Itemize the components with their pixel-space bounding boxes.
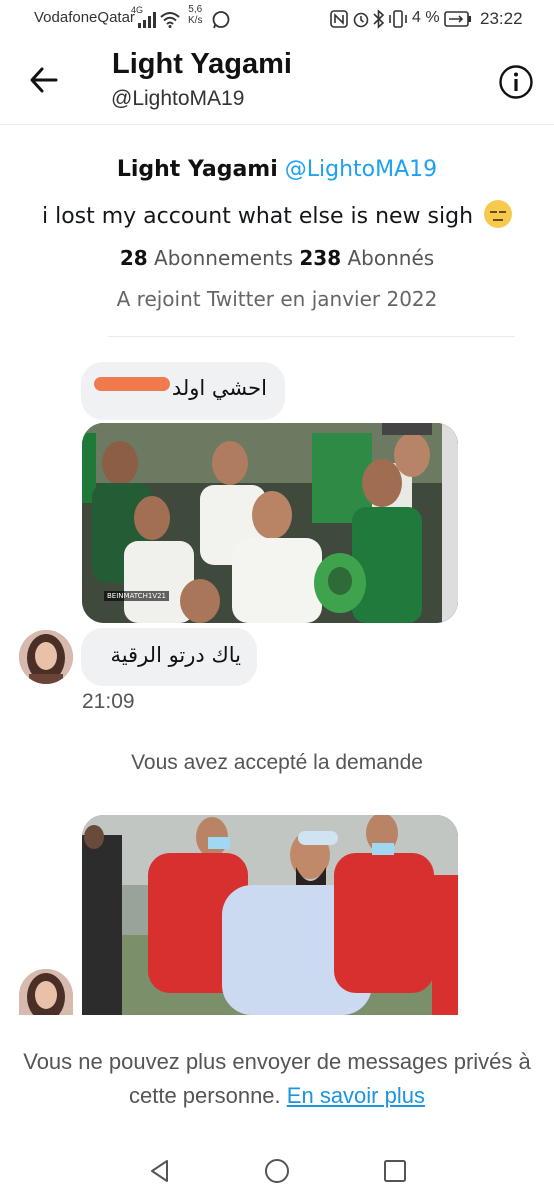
profile-divider bbox=[108, 336, 515, 337]
system-message: Vous avez accepté la demande bbox=[131, 751, 423, 774]
avatar[interactable] bbox=[19, 969, 73, 1015]
message-text: احشي اولد bbox=[171, 376, 267, 400]
info-icon[interactable] bbox=[498, 64, 534, 100]
back-nav-icon[interactable] bbox=[145, 1156, 175, 1186]
joined-date: A rejoint Twitter en janvier 2022 bbox=[116, 287, 438, 311]
battery-percent: 4 % bbox=[412, 9, 440, 26]
header-divider bbox=[0, 124, 554, 125]
sad-face-emoji-icon bbox=[484, 200, 513, 228]
message-bubble[interactable]: احشي اولد bbox=[81, 362, 285, 420]
bluetooth-icon bbox=[373, 9, 385, 29]
wifi-icon bbox=[160, 12, 180, 28]
profile-name[interactable]: Light Yagami bbox=[117, 157, 278, 182]
message-timestamp: 21:09 bbox=[82, 690, 135, 713]
message-text: ياك درتو الرقية bbox=[110, 643, 241, 667]
signal-icon bbox=[138, 12, 156, 28]
dm-disabled-notice: Vous ne pouvez plus envoyer de messages … bbox=[0, 1045, 554, 1113]
message-image[interactable] bbox=[82, 815, 458, 1015]
profile-name-line[interactable]: Light Yagami @LightoMA19 bbox=[0, 157, 554, 182]
profile-bio: i lost my account what else is new sigh bbox=[41, 204, 474, 229]
home-nav-icon[interactable] bbox=[262, 1156, 292, 1186]
profile-handle[interactable]: @LightoMA19 bbox=[285, 157, 437, 182]
nfc-icon bbox=[330, 10, 348, 28]
profile-bio-line: i lost my account what else is new sigh bbox=[0, 200, 554, 229]
recents-nav-icon[interactable] bbox=[380, 1156, 410, 1186]
avatar[interactable] bbox=[19, 630, 73, 684]
followers-stat[interactable]: 238 Abonnés bbox=[299, 246, 434, 270]
whatsapp-icon bbox=[212, 11, 230, 29]
status-bar: VodafoneQatar 4G 5,6 K/s 4 % 23:22 bbox=[0, 0, 554, 38]
redaction-scribble bbox=[94, 377, 170, 391]
team-photo-illustration bbox=[82, 815, 458, 1015]
back-arrow-icon[interactable] bbox=[28, 62, 60, 98]
avatar-photo bbox=[19, 969, 73, 1015]
notice-text: Vous ne pouvez plus envoyer de messages … bbox=[23, 1049, 531, 1108]
network-speed: 5,6 K/s bbox=[188, 4, 203, 26]
message-bubble[interactable]: ياك درتو الرقية bbox=[81, 628, 257, 686]
carrier-name: VodafoneQatar bbox=[34, 9, 135, 26]
following-stat[interactable]: 28 Abonnements bbox=[120, 246, 293, 270]
conversation-handle: @LightoMA19 bbox=[111, 87, 245, 110]
message-image[interactable]: BEINMATCH1V21 bbox=[82, 423, 458, 623]
vibrate-icon bbox=[389, 10, 407, 28]
alarm-icon bbox=[353, 12, 369, 28]
avatar-photo bbox=[19, 630, 73, 684]
navigation-bar bbox=[0, 1142, 554, 1200]
learn-more-link[interactable]: En savoir plus bbox=[287, 1083, 425, 1108]
clock: 23:22 bbox=[480, 9, 523, 28]
conversation-title: Light Yagami bbox=[112, 48, 292, 80]
profile-stats: 28 Abonnements 238 Abonnés bbox=[0, 246, 554, 270]
image-watermark: BEINMATCH1V21 bbox=[104, 591, 169, 601]
battery-icon bbox=[444, 11, 471, 27]
